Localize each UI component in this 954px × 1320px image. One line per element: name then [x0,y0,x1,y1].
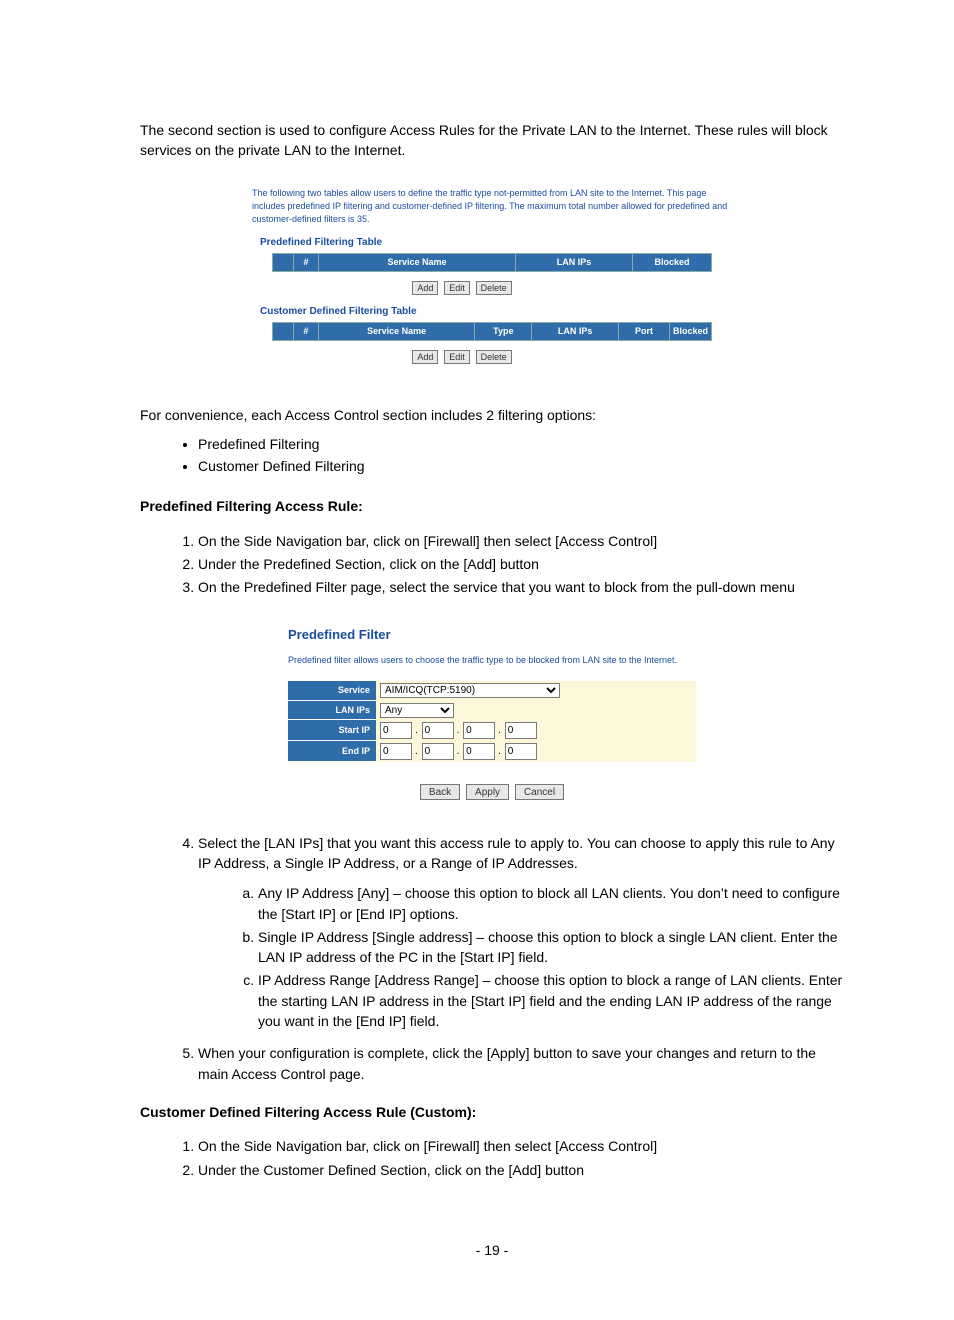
predefined-table-title: Predefined Filtering Table [260,236,742,251]
tables-note: The following two tables allow users to … [252,187,732,226]
predefined-steps: On the Side Navigation bar, click on [Fi… [140,531,844,598]
sub-b: Single IP Address [Single address] – cho… [258,927,844,968]
bullet-predefined: Predefined Filtering [198,434,844,454]
cust-step-1: On the Side Navigation bar, click on [Fi… [198,1136,844,1156]
cancel-button[interactable]: Cancel [515,784,564,800]
customer-table: # Service Name Type LAN IPs Port Blocked [272,322,712,341]
start-ip-2[interactable] [422,722,454,739]
predefined-steps-continued: Select the [LAN IPs] that you want this … [140,833,844,1084]
col-blocked: Blocked [633,254,712,272]
col-type: Type [475,323,532,341]
predefined-rule-heading: Predefined Filtering Access Rule: [140,496,844,516]
label-start-ip: Start IP [288,720,376,741]
label-service: Service [288,681,376,701]
back-button[interactable]: Back [420,784,460,800]
customer-steps: On the Side Navigation bar, click on [Fi… [140,1136,844,1180]
predefined-table: # Service Name LAN IPs Blocked [272,253,712,272]
sub-c: IP Address Range [Address Range] – choos… [258,970,844,1031]
col-number: # [293,323,318,341]
end-ip-3[interactable] [463,743,495,760]
col-lan-ips: LAN IPs [516,254,633,272]
label-end-ip: End IP [288,741,376,762]
lan-ips-select[interactable]: Any [380,703,454,718]
end-ip-4[interactable] [505,743,537,760]
customer-rule-heading: Customer Defined Filtering Access Rule (… [140,1102,844,1122]
bullet-customer: Customer Defined Filtering [198,456,844,476]
predefined-filter-desc: Predefined filter allows users to choose… [288,654,696,667]
filtering-options-list: Predefined Filtering Customer Defined Fi… [140,434,844,477]
start-ip-3[interactable] [463,722,495,739]
step-1: On the Side Navigation bar, click on [Fi… [198,531,844,551]
cust-step-2: Under the Customer Defined Section, clic… [198,1160,844,1180]
start-ip-1[interactable] [380,722,412,739]
step-2: Under the Predefined Section, click on t… [198,554,844,574]
delete-button[interactable]: Delete [476,281,512,295]
intro-paragraph: The second section is used to configure … [140,120,844,161]
col-service: Service Name [319,254,516,272]
sub-a: Any IP Address [Any] – choose this optio… [258,883,844,924]
page-number: - 19 - [140,1240,844,1260]
step-4-subitems: Any IP Address [Any] – choose this optio… [198,883,844,1031]
col-blocked: Blocked [669,323,711,341]
edit-button[interactable]: Edit [444,350,470,364]
label-lan-ips: LAN IPs [288,701,376,721]
col-service: Service Name [318,323,475,341]
delete-button[interactable]: Delete [476,350,512,364]
predefined-filter-title: Predefined Filter [288,626,696,645]
filtering-tables-screenshot: The following two tables allow users to … [232,179,752,382]
col-lan-ips: LAN IPs [532,323,619,341]
edit-button[interactable]: Edit [444,281,470,295]
add-button[interactable]: Add [412,350,438,364]
mid-line: For convenience, each Access Control sec… [140,405,844,425]
start-ip-4[interactable] [505,722,537,739]
col-number: # [294,254,319,272]
step-5: When your configuration is complete, cli… [198,1043,844,1084]
add-button[interactable]: Add [412,281,438,295]
end-ip-1[interactable] [380,743,412,760]
step-4: Select the [LAN IPs] that you want this … [198,833,844,1032]
end-ip-2[interactable] [422,743,454,760]
step-3: On the Predefined Filter page, select th… [198,577,844,597]
customer-table-title: Customer Defined Filtering Table [260,305,742,320]
apply-button[interactable]: Apply [466,784,509,800]
service-select[interactable]: AIM/ICQ(TCP:5190) [380,683,560,698]
step-4-text: Select the [LAN IPs] that you want this … [198,835,835,871]
predefined-filter-screenshot: Predefined Filter Predefined filter allo… [276,616,708,813]
col-port: Port [619,323,670,341]
